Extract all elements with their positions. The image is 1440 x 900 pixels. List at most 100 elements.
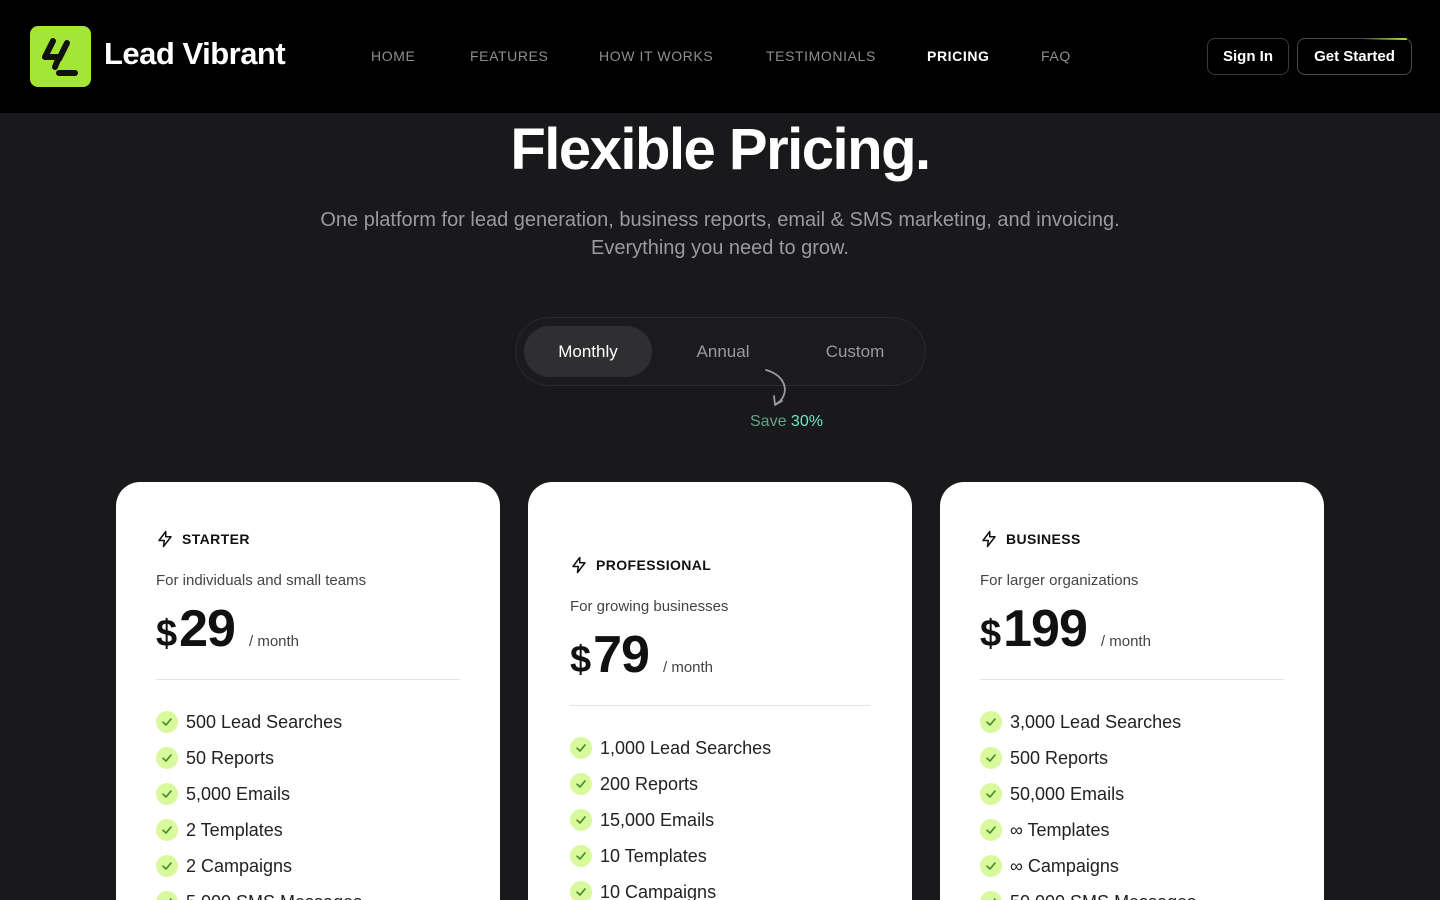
divider	[980, 679, 1284, 680]
lightning-icon	[158, 530, 172, 548]
plan-price: $ 29 / month	[156, 599, 460, 659]
feature-item: ∞ Templates	[980, 812, 1284, 848]
plan-tier: PROFESSIONAL	[570, 556, 870, 574]
savings-percent: 30%	[790, 413, 823, 430]
lightning-icon	[572, 556, 586, 574]
plan-tier-label: PROFESSIONAL	[596, 557, 712, 573]
feature-item: 10 Templates	[570, 838, 870, 874]
feature-list: 1,000 Lead Searches 200 Reports 15,000 E…	[570, 730, 870, 900]
feature-item: 500 Reports	[980, 740, 1284, 776]
check-icon	[156, 819, 178, 841]
feature-item: ∞ Campaigns	[980, 848, 1284, 884]
tab-monthly[interactable]: Monthly	[524, 326, 652, 377]
sign-in-button[interactable]: Sign In	[1207, 38, 1289, 75]
feature-label: 10 Campaigns	[600, 881, 717, 900]
feature-label: 50,000 SMS Messages	[1010, 892, 1196, 900]
feature-item: 3,000 Lead Searches	[980, 704, 1284, 740]
divider	[570, 705, 870, 706]
page-title: Flexible Pricing.	[510, 117, 931, 182]
plan-price: $ 199 / month	[980, 599, 1284, 659]
billing-period-toggle: Monthly Annual Custom	[515, 317, 926, 386]
check-icon	[980, 855, 1002, 877]
get-started-button[interactable]: Get Started	[1297, 38, 1412, 75]
nav-link-features[interactable]: FEATURES	[470, 48, 548, 64]
plan-card-business: BUSINESS For larger organizations $ 199 …	[940, 482, 1324, 900]
check-icon	[980, 783, 1002, 805]
feature-item: 1,000 Lead Searches	[570, 730, 870, 766]
feature-item: 2 Campaigns	[156, 848, 460, 884]
feature-label: 50 Reports	[186, 747, 275, 768]
check-icon	[156, 891, 178, 900]
plan-description: For individuals and small teams	[156, 572, 367, 589]
plan-price: $ 79 / month	[570, 625, 870, 685]
plan-card-starter: STARTER For individuals and small teams …	[116, 482, 500, 900]
tab-custom[interactable]: Custom	[798, 326, 912, 377]
feature-label: 500 Reports	[1010, 747, 1109, 768]
price-amount: 79	[593, 626, 650, 684]
check-icon	[156, 711, 178, 733]
check-icon	[570, 773, 592, 795]
feature-label: 2 Campaigns	[186, 855, 293, 876]
nav-link-pricing[interactable]: PRICING	[927, 48, 990, 64]
currency-symbol: $	[570, 639, 592, 681]
feature-label: 10 Templates	[600, 845, 707, 866]
brand-name[interactable]: Lead Vibrant	[104, 36, 286, 72]
nav-link-testimonials[interactable]: TESTIMONIALS	[766, 48, 876, 64]
plan-tier: STARTER	[156, 530, 460, 548]
nav-link-faq[interactable]: FAQ	[1041, 48, 1071, 64]
currency-symbol: $	[980, 613, 1002, 655]
feature-item: 10 Campaigns	[570, 874, 870, 900]
annual-savings-label: Save 30%	[750, 413, 823, 431]
page-subtitle: One platform for lead generation, busine…	[320, 209, 1120, 259]
currency-symbol: $	[156, 613, 178, 655]
plan-tier-label: STARTER	[182, 531, 250, 547]
check-icon	[570, 881, 592, 900]
feature-label: ∞ Campaigns	[1010, 855, 1119, 876]
top-navbar: Lead Vibrant HOME FEATURES HOW IT WORKS …	[0, 0, 1440, 113]
lightning-icon	[982, 530, 996, 548]
divider	[156, 679, 460, 680]
check-icon	[980, 891, 1002, 900]
price-period: / month	[662, 659, 714, 676]
feature-item: 50,000 Emails	[980, 776, 1284, 812]
feature-label: 50,000 Emails	[1010, 783, 1125, 804]
check-icon	[570, 809, 592, 831]
feature-item: 2 Templates	[156, 812, 460, 848]
brand-logo-icon[interactable]	[30, 26, 91, 87]
feature-label: 15,000 Emails	[600, 809, 715, 830]
check-icon	[980, 747, 1002, 769]
plan-tier-label: BUSINESS	[1006, 531, 1081, 547]
nav-link-home[interactable]: HOME	[371, 48, 415, 64]
price-period: / month	[248, 633, 300, 650]
feature-list: 500 Lead Searches 50 Reports 5,000 Email…	[156, 704, 460, 900]
feature-item: 50,000 SMS Messages	[980, 884, 1284, 900]
feature-label: ∞ Templates	[1010, 819, 1110, 840]
feature-list: 3,000 Lead Searches 500 Reports 50,000 E…	[980, 704, 1284, 900]
check-icon	[570, 737, 592, 759]
check-icon	[156, 747, 178, 769]
feature-item: 5,000 Emails	[156, 776, 460, 812]
feature-label: 3,000 Lead Searches	[1010, 711, 1182, 732]
plan-description: For larger organizations	[980, 572, 1139, 589]
feature-item: 200 Reports	[570, 766, 870, 802]
plan-tier: BUSINESS	[980, 530, 1284, 548]
price-amount: 29	[179, 600, 236, 658]
check-icon	[980, 819, 1002, 841]
feature-label: 500 Lead Searches	[186, 711, 343, 732]
price-period: / month	[1100, 633, 1151, 650]
feature-item: 50 Reports	[156, 740, 460, 776]
feature-item: 15,000 Emails	[570, 802, 870, 838]
feature-label: 2 Templates	[186, 819, 283, 840]
curved-arrow-icon	[765, 369, 786, 406]
feature-label: 5,000 Emails	[186, 783, 291, 804]
feature-item: 5,000 SMS Messages	[156, 884, 460, 900]
check-icon	[980, 711, 1002, 733]
feature-item: 500 Lead Searches	[156, 704, 460, 740]
feature-label: 1,000 Lead Searches	[600, 737, 772, 758]
feature-label: 5,000 SMS Messages	[186, 892, 362, 900]
savings-prefix: Save	[750, 413, 787, 430]
feature-label: 200 Reports	[600, 773, 699, 794]
nav-link-how-it-works[interactable]: HOW IT WORKS	[599, 48, 713, 64]
check-icon	[156, 855, 178, 877]
check-icon	[570, 845, 592, 867]
